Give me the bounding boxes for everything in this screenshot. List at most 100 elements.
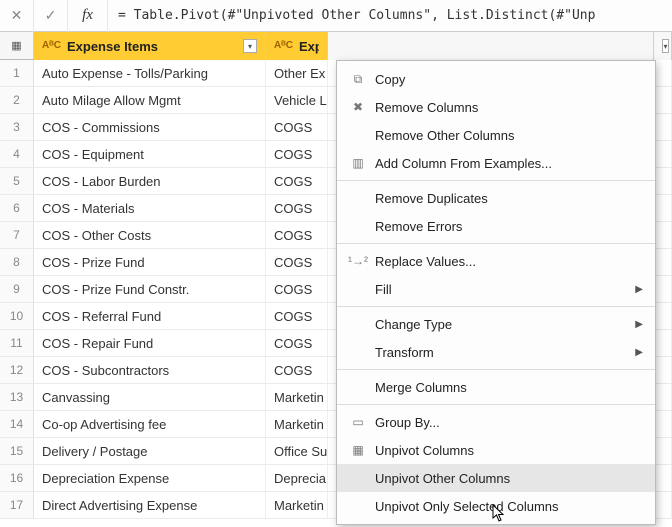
cell[interactable]: Deprecia (266, 465, 328, 491)
menu-item-label: Remove Errors (375, 219, 643, 234)
row-index[interactable]: 13 (0, 384, 34, 410)
menu-item-icon: ⧉ (345, 69, 371, 89)
cell[interactable]: COS - Subcontractors (34, 357, 266, 383)
cell-end (654, 303, 672, 329)
cell[interactable]: Marketin (266, 384, 328, 410)
column-label: Expe (299, 39, 319, 54)
row-index[interactable]: 12 (0, 357, 34, 383)
cell[interactable]: COGS (266, 303, 328, 329)
cell[interactable]: Depreciation Expense (34, 465, 266, 491)
cell[interactable]: COGS (266, 276, 328, 302)
row-index[interactable]: 16 (0, 465, 34, 491)
formula-cancel-button[interactable]: ✕ (0, 0, 34, 32)
menu-item-label: Group By... (375, 415, 643, 430)
cell[interactable]: Direct Advertising Expense (34, 492, 266, 518)
menu-item[interactable]: ▥Add Column From Examples... (337, 149, 655, 177)
cell-end (654, 276, 672, 302)
cell[interactable]: COS - Labor Burden (34, 168, 266, 194)
cell[interactable]: COS - Other Costs (34, 222, 266, 248)
row-index[interactable]: 17 (0, 492, 34, 518)
menu-item[interactable]: Remove Duplicates (337, 184, 655, 212)
cell[interactable]: COS - Equipment (34, 141, 266, 167)
row-index[interactable]: 4 (0, 141, 34, 167)
menu-item-icon (345, 188, 371, 208)
menu-item[interactable]: ¹→²Replace Values... (337, 247, 655, 275)
cell[interactable]: Marketin (266, 411, 328, 437)
cell[interactable]: COS - Materials (34, 195, 266, 221)
row-index[interactable]: 15 (0, 438, 34, 464)
cell[interactable]: COS - Prize Fund Constr. (34, 276, 266, 302)
menu-separator (337, 180, 655, 181)
cell[interactable]: Co-op Advertising fee (34, 411, 266, 437)
menu-separator (337, 243, 655, 244)
cell[interactable]: COGS (266, 330, 328, 356)
menu-item-icon: ▥ (345, 153, 371, 173)
cell[interactable]: Auto Expense - Tolls/Parking (34, 60, 266, 86)
menu-item[interactable]: Transform▶ (337, 338, 655, 366)
menu-item[interactable]: Unpivot Only Selected Columns (337, 492, 655, 520)
cell[interactable]: COGS (266, 222, 328, 248)
row-index[interactable]: 14 (0, 411, 34, 437)
menu-item-label: Merge Columns (375, 380, 643, 395)
menu-item[interactable]: Change Type▶ (337, 310, 655, 338)
cell[interactable]: COGS (266, 249, 328, 275)
cell[interactable]: COGS (266, 141, 328, 167)
cell-end (654, 195, 672, 221)
cell[interactable]: COGS (266, 357, 328, 383)
menu-item[interactable]: Remove Errors (337, 212, 655, 240)
cell[interactable]: Delivery / Postage (34, 438, 266, 464)
row-index[interactable]: 7 (0, 222, 34, 248)
filter-dropdown-icon[interactable]: ▾ (243, 39, 257, 53)
table-corner-button[interactable] (0, 32, 34, 59)
menu-item[interactable]: Merge Columns (337, 373, 655, 401)
menu-item-label: Remove Other Columns (375, 128, 643, 143)
menu-item[interactable]: ⧉Copy (337, 65, 655, 93)
cell[interactable]: Marketin (266, 492, 328, 518)
column-header-expense-truncated[interactable]: AᴮC Expe (266, 32, 328, 60)
menu-item[interactable]: ▦Unpivot Columns (337, 436, 655, 464)
x-icon: ✕ (11, 7, 23, 24)
cell[interactable]: Auto Milage Allow Mgmt (34, 87, 266, 113)
cell[interactable]: COS - Repair Fund (34, 330, 266, 356)
column-header-hidden[interactable] (328, 32, 654, 60)
formula-accept-button[interactable]: ✓ (34, 0, 68, 32)
row-index[interactable]: 6 (0, 195, 34, 221)
menu-item-icon (345, 314, 371, 334)
cell[interactable]: COGS (266, 195, 328, 221)
formula-bar: ✕ ✓ fx = Table.Pivot(#"Unpivoted Other C… (0, 0, 672, 32)
row-index[interactable]: 2 (0, 87, 34, 113)
row-index[interactable]: 9 (0, 276, 34, 302)
menu-separator (337, 306, 655, 307)
menu-item[interactable]: Unpivot Other Columns (337, 464, 655, 492)
filter-dropdown-icon[interactable]: ▾ (662, 39, 669, 53)
cell[interactable]: Office Su (266, 438, 328, 464)
table-icon (11, 39, 21, 52)
menu-item[interactable]: Fill▶ (337, 275, 655, 303)
row-index[interactable]: 8 (0, 249, 34, 275)
menu-item-label: Fill (375, 282, 635, 297)
cell[interactable]: Other Ex (266, 60, 328, 86)
menu-item-icon (345, 216, 371, 236)
cell[interactable]: COS - Commissions (34, 114, 266, 140)
row-index[interactable]: 3 (0, 114, 34, 140)
cell[interactable]: COGS (266, 168, 328, 194)
cell-end (654, 249, 672, 275)
cell[interactable]: Vehicle L (266, 87, 328, 113)
cell-end (654, 411, 672, 437)
column-header-end[interactable]: ▾ (654, 32, 672, 60)
text-type-icon: AᴮC (42, 40, 61, 51)
row-index[interactable]: 5 (0, 168, 34, 194)
cell[interactable]: Canvassing (34, 384, 266, 410)
row-index[interactable]: 11 (0, 330, 34, 356)
menu-item[interactable]: ▭Group By... (337, 408, 655, 436)
formula-input[interactable]: = Table.Pivot(#"Unpivoted Other Columns"… (108, 8, 672, 23)
column-header-expense-items[interactable]: AᴮC Expense Items ▾ (34, 32, 266, 60)
fx-button[interactable]: fx (68, 0, 108, 32)
menu-item[interactable]: Remove Other Columns (337, 121, 655, 149)
row-index[interactable]: 10 (0, 303, 34, 329)
menu-item[interactable]: ✖Remove Columns (337, 93, 655, 121)
cell[interactable]: COS - Referral Fund (34, 303, 266, 329)
cell[interactable]: COGS (266, 114, 328, 140)
row-index[interactable]: 1 (0, 60, 34, 86)
cell[interactable]: COS - Prize Fund (34, 249, 266, 275)
